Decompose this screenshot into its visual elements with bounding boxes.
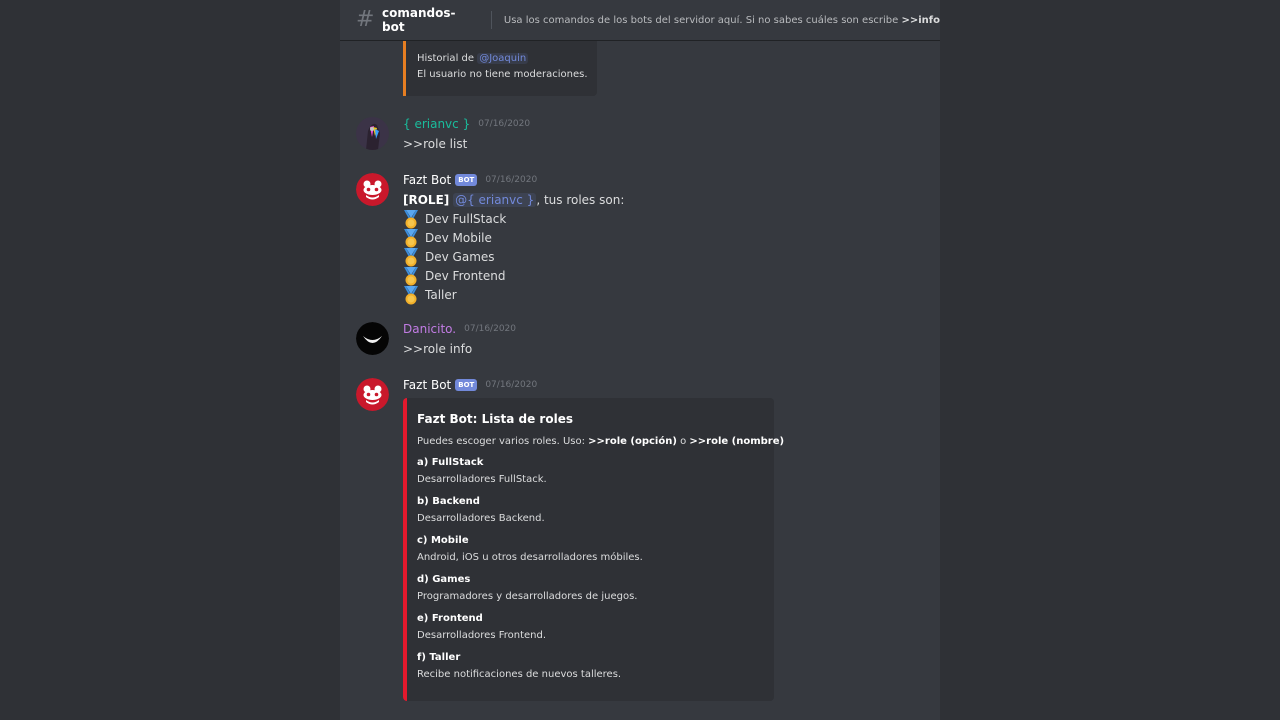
desc-command-name: >>role (nombre)	[689, 436, 785, 447]
moderation-embed: Historial de @Joaquin El usuario no tien…	[403, 41, 597, 96]
field-value: Desarrolladores FullStack.	[417, 474, 547, 485]
avatar[interactable]	[356, 322, 389, 355]
field-value: Desarrolladores Frontend.	[417, 630, 547, 641]
timestamp: 07/16/2020	[485, 175, 538, 185]
field-value: Desarrolladores Backend.	[417, 513, 545, 524]
topic-text: Usa los comandos de los bots del servido…	[503, 14, 902, 26]
message-item: Fazt Bot BOT 07/16/2020 Fazt Bot: Lista …	[340, 378, 940, 701]
field-name: c) Mobile	[417, 535, 469, 546]
role-name: Dev Frontend	[425, 269, 506, 283]
medal-icon	[404, 267, 418, 286]
medal-icon	[404, 286, 418, 305]
embed-history-label: Historial de	[417, 53, 478, 64]
message-content: >>role list	[403, 137, 468, 151]
embed-field: d) Games Programadores y desarrolladores …	[417, 572, 774, 605]
medal-icon	[404, 229, 418, 248]
field-name: e) Frontend	[417, 613, 483, 624]
message-header: Fazt Bot BOT 07/16/2020	[403, 173, 537, 187]
field-value: Android, iOS u otros desarrolladores mób…	[417, 552, 643, 563]
avatar[interactable]	[356, 378, 389, 411]
topic-command: >>info	[901, 14, 940, 26]
field-value: Recibe notificaciones de nuevos talleres…	[417, 669, 622, 680]
message-header: Fazt Bot BOT 07/16/2020	[403, 378, 537, 392]
embed-title: Fazt Bot: Lista de roles	[417, 412, 573, 426]
left-backdrop	[0, 0, 340, 720]
username[interactable]: Fazt Bot	[403, 378, 451, 392]
timestamp: 07/16/2020	[464, 324, 516, 334]
embed-fields: a) FullStack Desarrolladores FullStack. b)…	[417, 455, 774, 683]
field-name: a) FullStack	[417, 457, 484, 468]
field-name: d) Games	[417, 574, 471, 585]
embed-history-line: Historial de @Joaquin	[417, 51, 597, 67]
role-intro-suffix: , tus roles son:	[536, 193, 625, 207]
embed-field: b) Backend Desarrolladores Backend.	[417, 494, 774, 527]
role-list-item: Dev FullStack	[403, 210, 624, 229]
embed-status-line: El usuario no tiene moderaciones.	[417, 69, 588, 80]
channel-header: # comandos-bot Usa los comandos de los b…	[340, 0, 940, 41]
mention-erianvc[interactable]: @{ erianvc }	[453, 193, 537, 207]
role-name: Taller	[425, 288, 457, 302]
mention-joaquin[interactable]: @Joaquin	[477, 53, 529, 64]
role-list-item: Dev Mobile	[403, 229, 624, 248]
bot-tag: BOT	[455, 379, 478, 391]
avatar[interactable]	[356, 117, 389, 150]
desc-command-option: >>role (opción)	[588, 436, 677, 447]
message-item: { erianvc } 07/16/2020 >>role list	[340, 117, 940, 157]
role-list-item: Taller	[403, 286, 624, 305]
hash-icon: #	[356, 7, 375, 32]
embed-field: c) Mobile Android, iOS u otros desarrolla…	[417, 533, 774, 566]
role-name: Dev Games	[425, 250, 495, 264]
chat-panel: # comandos-bot Usa los comandos de los b…	[340, 0, 940, 720]
avatar[interactable]	[356, 173, 389, 206]
channel-topic[interactable]: Usa los comandos de los bots del servido…	[504, 15, 940, 26]
embed-field: f) Taller Recibe notificaciones de nuevos…	[417, 650, 774, 683]
role-list: Dev FullStack Dev Mobile Dev Games Dev Fron…	[403, 210, 624, 305]
timestamp: 07/16/2020	[478, 119, 531, 129]
right-backdrop	[940, 0, 1280, 720]
role-list-item: Dev Frontend	[403, 267, 624, 286]
message-content: >>role info	[403, 342, 473, 356]
role-prefix: [ROLE]	[403, 193, 450, 207]
username[interactable]: Fazt Bot	[403, 173, 451, 187]
username[interactable]: { erianvc }	[403, 117, 470, 131]
header-divider	[490, 11, 492, 29]
roles-embed: Fazt Bot: Lista de roles Puedes escoger …	[403, 398, 784, 701]
desc-separator: o	[676, 436, 690, 447]
medal-icon	[404, 248, 418, 267]
message-item: Fazt Bot BOT 07/16/2020 [ROLE] @{ erianv…	[340, 173, 940, 305]
medal-icon	[404, 210, 418, 229]
embed-field: e) Frontend Desarrolladores Frontend.	[417, 611, 774, 644]
username[interactable]: Danicito.	[403, 322, 456, 336]
role-intro-line: [ROLE] @{ erianvc }, tus roles son:	[403, 191, 624, 210]
timestamp: 07/16/2020	[485, 380, 538, 390]
bot-tag: BOT	[455, 174, 478, 186]
embed-field: a) FullStack Desarrolladores FullStack.	[417, 455, 774, 488]
role-name: Dev Mobile	[425, 231, 492, 245]
message-item: Danicito. 07/16/2020 >>role info	[340, 322, 940, 362]
embed-description: Puedes escoger varios roles. Uso: >>role…	[417, 436, 784, 447]
field-name: b) Backend	[417, 496, 480, 507]
message-content: [ROLE] @{ erianvc }, tus roles son: Dev …	[403, 191, 624, 305]
desc-text: Puedes escoger varios roles. Uso:	[417, 436, 589, 447]
message-header: { erianvc } 07/16/2020	[403, 117, 530, 131]
role-name: Dev FullStack	[425, 212, 507, 226]
channel-name[interactable]: comandos-bot	[382, 6, 477, 34]
message-header: Danicito. 07/16/2020	[403, 322, 516, 336]
field-name: f) Taller	[417, 652, 461, 663]
role-list-item: Dev Games	[403, 248, 624, 267]
field-value: Programadores y desarrolladores de juego…	[417, 591, 638, 602]
